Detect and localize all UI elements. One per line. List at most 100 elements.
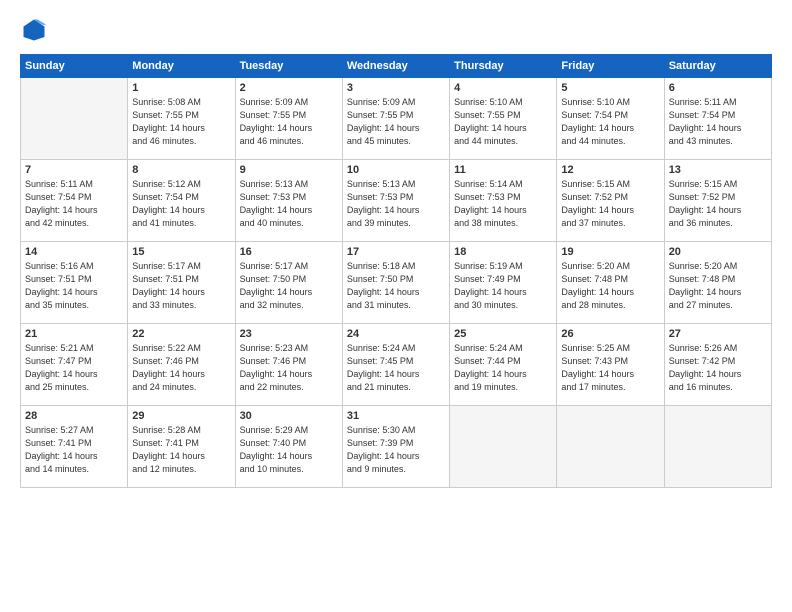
day-cell: 5 Sunrise: 5:10 AMSunset: 7:54 PMDaylight… bbox=[557, 78, 664, 160]
calendar-table: SundayMondayTuesdayWednesdayThursdayFrid… bbox=[20, 54, 772, 488]
header-day: Friday bbox=[557, 55, 664, 78]
day-number: 5 bbox=[561, 82, 659, 94]
day-number: 11 bbox=[454, 164, 552, 176]
day-cell: 30 Sunrise: 5:29 AMSunset: 7:40 PMDayligh… bbox=[235, 406, 342, 488]
header-day: Thursday bbox=[450, 55, 557, 78]
day-number: 17 bbox=[347, 246, 445, 258]
day-number: 18 bbox=[454, 246, 552, 258]
day-info: Sunrise: 5:25 AMSunset: 7:43 PMDaylight:… bbox=[561, 342, 659, 394]
day-cell: 4 Sunrise: 5:10 AMSunset: 7:55 PMDaylight… bbox=[450, 78, 557, 160]
day-cell: 18 Sunrise: 5:19 AMSunset: 7:49 PMDayligh… bbox=[450, 242, 557, 324]
day-number: 19 bbox=[561, 246, 659, 258]
day-info: Sunrise: 5:23 AMSunset: 7:46 PMDaylight:… bbox=[240, 342, 338, 394]
day-info: Sunrise: 5:09 AMSunset: 7:55 PMDaylight:… bbox=[240, 96, 338, 148]
day-number: 3 bbox=[347, 82, 445, 94]
day-number: 1 bbox=[132, 82, 230, 94]
day-cell bbox=[21, 78, 128, 160]
day-cell bbox=[557, 406, 664, 488]
day-number: 13 bbox=[669, 164, 767, 176]
day-cell: 31Sunrise: 5:30 AMSunset: 7:39 PMDayligh… bbox=[342, 406, 449, 488]
day-info: Sunrise: 5:09 AMSunset: 7:55 PMDaylight:… bbox=[347, 96, 445, 148]
week-row: 21 Sunrise: 5:21 AMSunset: 7:47 PMDayligh… bbox=[21, 324, 772, 406]
day-number: 16 bbox=[240, 246, 338, 258]
day-info: Sunrise: 5:22 AMSunset: 7:46 PMDaylight:… bbox=[132, 342, 230, 394]
day-number: 27 bbox=[669, 328, 767, 340]
day-info: Sunrise: 5:18 AMSunset: 7:50 PMDaylight:… bbox=[347, 260, 445, 312]
calendar-header: SundayMondayTuesdayWednesdayThursdayFrid… bbox=[21, 55, 772, 78]
header-day: Sunday bbox=[21, 55, 128, 78]
day-info: Sunrise: 5:15 AMSunset: 7:52 PMDaylight:… bbox=[669, 178, 767, 230]
day-number: 26 bbox=[561, 328, 659, 340]
day-number: 28 bbox=[25, 410, 123, 422]
day-cell bbox=[450, 406, 557, 488]
day-info: Sunrise: 5:15 AMSunset: 7:52 PMDaylight:… bbox=[561, 178, 659, 230]
day-number: 7 bbox=[25, 164, 123, 176]
day-cell: 22 Sunrise: 5:22 AMSunset: 7:46 PMDayligh… bbox=[128, 324, 235, 406]
day-number: 4 bbox=[454, 82, 552, 94]
day-info: Sunrise: 5:11 AMSunset: 7:54 PMDaylight:… bbox=[669, 96, 767, 148]
page: SundayMondayTuesdayWednesdayThursdayFrid… bbox=[0, 0, 792, 612]
day-number: 2 bbox=[240, 82, 338, 94]
day-cell: 19 Sunrise: 5:20 AMSunset: 7:48 PMDayligh… bbox=[557, 242, 664, 324]
day-info: Sunrise: 5:20 AMSunset: 7:48 PMDaylight:… bbox=[561, 260, 659, 312]
day-number: 23 bbox=[240, 328, 338, 340]
day-cell: 27 Sunrise: 5:26 AMSunset: 7:42 PMDayligh… bbox=[664, 324, 771, 406]
header-day: Tuesday bbox=[235, 55, 342, 78]
day-cell: 12 Sunrise: 5:15 AMSunset: 7:52 PMDayligh… bbox=[557, 160, 664, 242]
day-cell: 11 Sunrise: 5:14 AMSunset: 7:53 PMDayligh… bbox=[450, 160, 557, 242]
day-number: 10 bbox=[347, 164, 445, 176]
day-number: 25 bbox=[454, 328, 552, 340]
header-day: Monday bbox=[128, 55, 235, 78]
day-info: Sunrise: 5:19 AMSunset: 7:49 PMDaylight:… bbox=[454, 260, 552, 312]
day-number: 15 bbox=[132, 246, 230, 258]
day-number: 6 bbox=[669, 82, 767, 94]
day-cell: 10 Sunrise: 5:13 AMSunset: 7:53 PMDayligh… bbox=[342, 160, 449, 242]
day-number: 14 bbox=[25, 246, 123, 258]
day-info: Sunrise: 5:11 AMSunset: 7:54 PMDaylight:… bbox=[25, 178, 123, 230]
day-info: Sunrise: 5:27 AMSunset: 7:41 PMDaylight:… bbox=[25, 424, 123, 476]
day-cell: 3 Sunrise: 5:09 AMSunset: 7:55 PMDaylight… bbox=[342, 78, 449, 160]
day-cell: 21 Sunrise: 5:21 AMSunset: 7:47 PMDayligh… bbox=[21, 324, 128, 406]
day-number: 22 bbox=[132, 328, 230, 340]
day-cell: 23 Sunrise: 5:23 AMSunset: 7:46 PMDayligh… bbox=[235, 324, 342, 406]
week-row: 7 Sunrise: 5:11 AMSunset: 7:54 PMDaylight… bbox=[21, 160, 772, 242]
day-number: 12 bbox=[561, 164, 659, 176]
day-cell: 17 Sunrise: 5:18 AMSunset: 7:50 PMDayligh… bbox=[342, 242, 449, 324]
day-info: Sunrise: 5:30 AMSunset: 7:39 PMDaylight:… bbox=[347, 424, 445, 476]
day-number: 24 bbox=[347, 328, 445, 340]
day-info: Sunrise: 5:10 AMSunset: 7:54 PMDaylight:… bbox=[561, 96, 659, 148]
day-info: Sunrise: 5:12 AMSunset: 7:54 PMDaylight:… bbox=[132, 178, 230, 230]
day-cell: 7 Sunrise: 5:11 AMSunset: 7:54 PMDaylight… bbox=[21, 160, 128, 242]
day-info: Sunrise: 5:28 AMSunset: 7:41 PMDaylight:… bbox=[132, 424, 230, 476]
day-cell: 28 Sunrise: 5:27 AMSunset: 7:41 PMDayligh… bbox=[21, 406, 128, 488]
day-info: Sunrise: 5:08 AMSunset: 7:55 PMDaylight:… bbox=[132, 96, 230, 148]
day-info: Sunrise: 5:14 AMSunset: 7:53 PMDaylight:… bbox=[454, 178, 552, 230]
day-info: Sunrise: 5:26 AMSunset: 7:42 PMDaylight:… bbox=[669, 342, 767, 394]
week-row: 1 Sunrise: 5:08 AMSunset: 7:55 PMDaylight… bbox=[21, 78, 772, 160]
day-cell: 9 Sunrise: 5:13 AMSunset: 7:53 PMDaylight… bbox=[235, 160, 342, 242]
day-cell: 1 Sunrise: 5:08 AMSunset: 7:55 PMDaylight… bbox=[128, 78, 235, 160]
header-day: Saturday bbox=[664, 55, 771, 78]
day-number: 9 bbox=[240, 164, 338, 176]
header-row: SundayMondayTuesdayWednesdayThursdayFrid… bbox=[21, 55, 772, 78]
logo-icon bbox=[20, 16, 48, 44]
day-cell: 13 Sunrise: 5:15 AMSunset: 7:52 PMDayligh… bbox=[664, 160, 771, 242]
day-info: Sunrise: 5:20 AMSunset: 7:48 PMDaylight:… bbox=[669, 260, 767, 312]
day-info: Sunrise: 5:13 AMSunset: 7:53 PMDaylight:… bbox=[240, 178, 338, 230]
day-cell: 16Sunrise: 5:17 AMSunset: 7:50 PMDayligh… bbox=[235, 242, 342, 324]
day-info: Sunrise: 5:13 AMSunset: 7:53 PMDaylight:… bbox=[347, 178, 445, 230]
day-number: 21 bbox=[25, 328, 123, 340]
day-number: 30 bbox=[240, 410, 338, 422]
day-info: Sunrise: 5:10 AMSunset: 7:55 PMDaylight:… bbox=[454, 96, 552, 148]
day-cell: 14Sunrise: 5:16 AMSunset: 7:51 PMDayligh… bbox=[21, 242, 128, 324]
day-cell: 29 Sunrise: 5:28 AMSunset: 7:41 PMDayligh… bbox=[128, 406, 235, 488]
day-info: Sunrise: 5:29 AMSunset: 7:40 PMDaylight:… bbox=[240, 424, 338, 476]
day-cell: 24 Sunrise: 5:24 AMSunset: 7:45 PMDayligh… bbox=[342, 324, 449, 406]
day-number: 29 bbox=[132, 410, 230, 422]
day-info: Sunrise: 5:24 AMSunset: 7:45 PMDaylight:… bbox=[347, 342, 445, 394]
logo bbox=[20, 16, 52, 44]
day-cell: 25Sunrise: 5:24 AMSunset: 7:44 PMDayligh… bbox=[450, 324, 557, 406]
day-number: 8 bbox=[132, 164, 230, 176]
day-info: Sunrise: 5:21 AMSunset: 7:47 PMDaylight:… bbox=[25, 342, 123, 394]
day-cell: 26 Sunrise: 5:25 AMSunset: 7:43 PMDayligh… bbox=[557, 324, 664, 406]
